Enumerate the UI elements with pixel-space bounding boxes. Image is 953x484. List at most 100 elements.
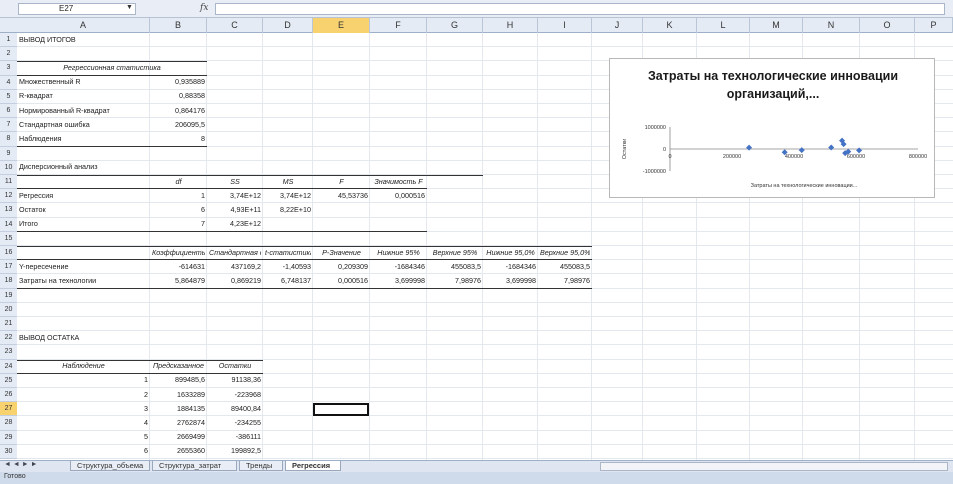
residual-observation[interactable]: 3 (19, 404, 148, 415)
column-header-f[interactable]: F (370, 18, 427, 33)
sheet-tab[interactable]: Регрессия (285, 461, 341, 471)
column-header-p[interactable]: P (915, 18, 953, 33)
regression-stat-label[interactable]: Наблюдения (19, 134, 148, 145)
anova-row-label[interactable]: Регрессия (19, 191, 148, 202)
residual-observation[interactable]: 4 (19, 418, 148, 429)
regression-stat-value[interactable]: 0,864176 (152, 106, 205, 117)
regression-stat-value[interactable]: 8 (152, 134, 205, 145)
row-header-23[interactable]: 23 (0, 345, 17, 360)
anova-header[interactable]: F (315, 177, 368, 188)
anova-df[interactable]: 1 (152, 191, 205, 202)
row-header-18[interactable]: 18 (0, 274, 17, 289)
anova-f[interactable] (315, 205, 368, 216)
coef-value[interactable]: 0,209309 (315, 262, 368, 273)
coef-value[interactable]: 437169,2 (209, 262, 261, 273)
row-header-15[interactable]: 15 (0, 231, 17, 246)
coef-value[interactable]: 455083,5 (540, 262, 590, 273)
horizontal-scrollbar[interactable] (600, 462, 948, 471)
chevron-down-icon[interactable]: ▼ (126, 4, 133, 11)
column-header-c[interactable]: C (207, 18, 263, 33)
column-header-m[interactable]: M (750, 18, 803, 33)
coef-value[interactable]: 7,98976 (540, 276, 590, 287)
column-header-n[interactable]: N (803, 18, 860, 33)
function-icon[interactable]: fx (200, 3, 208, 13)
anova-ms[interactable]: 3,74E+12 (265, 191, 311, 202)
coef-value[interactable]: 7,98976 (429, 276, 481, 287)
row-header-24[interactable]: 24 (0, 359, 17, 374)
anova-header[interactable]: MS (265, 177, 311, 188)
coef-value[interactable]: 5,864879 (152, 276, 205, 287)
coef-header[interactable]: P-Значение (315, 248, 368, 259)
anova-significance[interactable] (372, 205, 425, 216)
sheet-tab[interactable]: Структура_объема (70, 461, 150, 471)
regression-stat-label[interactable]: R-квадрат (19, 91, 148, 102)
residual-predicted[interactable]: 899485,6 (152, 375, 205, 386)
row-header-8[interactable]: 8 (0, 132, 17, 147)
residual-predicted[interactable]: 1884135 (152, 404, 205, 415)
coef-header[interactable]: t-статистика (265, 248, 311, 259)
row-header-25[interactable]: 25 (0, 373, 17, 388)
row-header-1[interactable]: 1 (0, 33, 17, 48)
selected-cell[interactable] (313, 403, 369, 416)
coef-row-label[interactable]: Затраты на технологии (19, 276, 148, 287)
column-header-h[interactable]: H (483, 18, 538, 33)
regression-stat-value[interactable]: 0,935889 (152, 77, 205, 88)
anova-ms[interactable] (265, 219, 311, 230)
row-header-27[interactable]: 27 (0, 402, 17, 417)
row-header-7[interactable]: 7 (0, 118, 17, 133)
regression-stat-label[interactable]: Множественный R (19, 77, 148, 88)
column-header-a[interactable]: A (17, 18, 150, 33)
residual-value[interactable]: 89400,84 (209, 404, 261, 415)
anova-header[interactable]: df (152, 177, 205, 188)
row-header-20[interactable]: 20 (0, 302, 17, 317)
coef-value[interactable]: -1684346 (372, 262, 425, 273)
column-header-g[interactable]: G (427, 18, 483, 33)
residual-observation[interactable]: 1 (19, 375, 148, 386)
coef-value[interactable]: 6,748137 (265, 276, 311, 287)
row-header-2[interactable]: 2 (0, 47, 17, 62)
residual-header[interactable]: Остатки (209, 361, 261, 372)
coef-value[interactable]: 3,699998 (372, 276, 425, 287)
row-header-22[interactable]: 22 (0, 331, 17, 346)
coef-value[interactable]: 455083,5 (429, 262, 481, 273)
residual-observation[interactable]: 2 (19, 390, 148, 401)
row-header-17[interactable]: 17 (0, 260, 17, 275)
name-box[interactable]: E27 (18, 3, 136, 15)
residual-header[interactable]: Наблюдение (19, 361, 148, 372)
residual-predicted[interactable]: 2655360 (152, 446, 205, 457)
row-header-16[interactable]: 16 (0, 246, 17, 261)
column-header-i[interactable]: I (538, 18, 592, 33)
anova-header[interactable]: SS (209, 177, 261, 188)
column-header-l[interactable]: L (697, 18, 750, 33)
coef-value[interactable]: 3,699998 (485, 276, 536, 287)
column-header-j[interactable]: J (592, 18, 643, 33)
column-header-b[interactable]: B (150, 18, 207, 33)
anova-row-label[interactable]: Остаток (19, 205, 148, 216)
coef-value[interactable]: -614631 (152, 262, 205, 273)
coef-header[interactable]: Верхние 95% (429, 248, 481, 259)
coef-header[interactable]: Нижние 95% (372, 248, 425, 259)
row-header-10[interactable]: 10 (0, 160, 17, 175)
row-header-30[interactable]: 30 (0, 444, 17, 459)
row-header-29[interactable]: 29 (0, 430, 17, 445)
anova-header[interactable]: Значимость F (372, 177, 425, 188)
anova-ss[interactable]: 4,93E+11 (209, 205, 261, 216)
coef-header[interactable]: Стандартная ошибка (209, 248, 261, 259)
anova-title[interactable]: Дисперсионный анализ (19, 162, 148, 173)
column-header-o[interactable]: O (860, 18, 915, 33)
row-header-19[interactable]: 19 (0, 288, 17, 303)
regression-stat-value[interactable]: 206095,5 (152, 120, 205, 131)
row-header-9[interactable]: 9 (0, 146, 17, 161)
anova-ss[interactable]: 3,74E+12 (209, 191, 261, 202)
column-header-e[interactable]: E (313, 18, 370, 33)
anova-ms[interactable]: 8,22E+10 (265, 205, 311, 216)
row-header-21[interactable]: 21 (0, 317, 17, 332)
coef-value[interactable]: 0,000516 (315, 276, 368, 287)
row-header-11[interactable]: 11 (0, 175, 17, 190)
summary-title[interactable]: ВЫВОД ИТОГОВ (19, 35, 148, 46)
anova-significance[interactable] (372, 219, 425, 230)
residual-value[interactable]: -386111 (209, 432, 261, 443)
regression-stat-label[interactable]: Стандартная ошибка (19, 120, 148, 131)
coef-value[interactable]: -1,40593 (265, 262, 311, 273)
coef-header[interactable]: Нижние 95,0% (485, 248, 536, 259)
